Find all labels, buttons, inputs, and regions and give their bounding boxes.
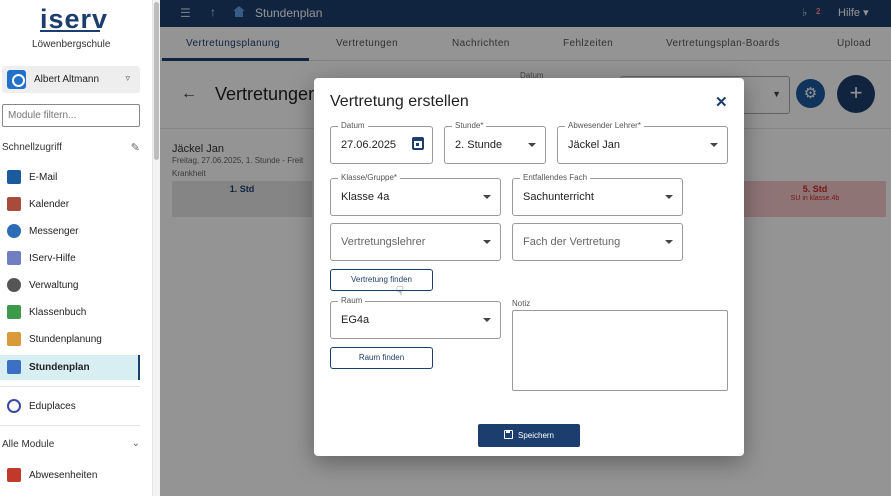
dropdown-caret-icon (665, 195, 673, 199)
lesson-select[interactable]: Stunde* 2. Stunde (444, 121, 546, 164)
sidebar-item-label: E-Mail (29, 172, 58, 183)
all-modules-label[interactable]: Alle Module (2, 439, 54, 450)
cancelled-subject-select[interactable]: Entfallendes Fach Sachunterricht (512, 173, 683, 216)
calendar-icon[interactable] (412, 137, 424, 150)
user-menu[interactable]: Albert Altmann ▿ (2, 66, 140, 93)
absent-teacher-value: Jäckel Jan (568, 139, 620, 151)
scrollbar-thumb[interactable] (154, 2, 159, 160)
planning-icon (7, 332, 21, 346)
chevron-down-icon: ▿ (125, 73, 130, 83)
school-name: Löwenbergschule (32, 39, 111, 50)
divider (0, 425, 140, 426)
sidebar: iserv Löwenbergschule Albert Altmann ▿ S… (0, 0, 152, 496)
class-select[interactable]: Klasse/Gruppe* Klasse 4a (330, 173, 501, 216)
close-icon[interactable]: ✕ (715, 93, 728, 111)
substitute-teacher-select[interactable]: Vertretungslehrer (330, 223, 501, 261)
sidebar-item-label: Abwesenheiten (29, 470, 98, 481)
substitute-subject-placeholder: Fach der Vertretung (523, 236, 621, 248)
sidebar-item-abwesenheiten[interactable]: Abwesenheiten (0, 463, 140, 488)
lesson-label: Stunde* (452, 121, 487, 130)
substitute-subject-select[interactable]: Fach der Vertretung (512, 223, 683, 261)
sidebar-item-eduplaces[interactable]: Eduplaces (0, 394, 140, 419)
book-icon (7, 305, 21, 319)
sidebar-item-stundenplan[interactable]: Stundenplan (0, 355, 140, 380)
dropdown-caret-icon (483, 240, 491, 244)
absent-teacher-select[interactable]: Abwesender Lehrer* Jäckel Jan (557, 121, 728, 164)
chat-icon (7, 224, 21, 238)
room-select[interactable]: Raum EG4a (330, 296, 501, 339)
class-value: Klasse 4a (341, 191, 390, 203)
calendar-icon (7, 197, 21, 211)
module-filter-field[interactable] (2, 104, 140, 127)
absence-icon (7, 468, 21, 482)
absent-teacher-label: Abwesender Lehrer* (565, 121, 644, 130)
quick-access-label: Schnellzugriff (2, 142, 62, 153)
class-label: Klasse/Gruppe* (338, 173, 401, 182)
sidebar-item-kalender[interactable]: Kalender (0, 192, 140, 217)
eduplaces-icon (7, 399, 21, 413)
create-substitution-dialog: Vertretung erstellen ✕ Datum 27.06.2025 … (314, 78, 744, 456)
dialog-title: Vertretung erstellen (330, 93, 469, 110)
gear-icon (7, 278, 21, 292)
save-button[interactable]: Speichern (478, 424, 580, 447)
dropdown-caret-icon (710, 143, 718, 147)
sidebar-item-label: Eduplaces (29, 401, 76, 412)
sidebar-item-messenger[interactable]: Messenger (0, 219, 140, 244)
substitute-teacher-placeholder: Vertretungslehrer (341, 236, 426, 248)
lesson-value: 2. Stunde (455, 139, 503, 151)
mail-icon (7, 170, 21, 184)
room-value: EG4a (341, 314, 370, 326)
chevron-down-icon[interactable]: ⌄ (132, 438, 140, 449)
sidebar-item-label: Kalender (29, 199, 70, 210)
sidebar-item-iserv-hilfe[interactable]: IServ-Hilfe (0, 246, 140, 271)
note-textarea[interactable] (512, 310, 728, 391)
dropdown-caret-icon (528, 143, 536, 147)
date-label: Datum (338, 121, 368, 130)
timetable-icon (7, 360, 21, 374)
module-filter-input[interactable] (3, 105, 139, 126)
edit-icon[interactable]: ✎ (131, 141, 140, 154)
sidebar-scrollbar[interactable] (152, 0, 160, 496)
divider (0, 386, 140, 387)
sidebar-item-label: Messenger (29, 226, 79, 237)
save-label: Speichern (517, 431, 555, 440)
find-substitute-button[interactable]: Vertretung finden (330, 269, 433, 291)
find-room-button[interactable]: Raum finden (330, 347, 433, 369)
date-value: 27.06.2025 (341, 139, 397, 151)
cancelled-subject-value: Sachunterricht (523, 191, 594, 203)
date-field[interactable]: Datum 27.06.2025 (330, 121, 433, 164)
mouse-cursor-icon: ☟ (396, 284, 404, 298)
help-icon (7, 251, 21, 265)
sidebar-item-label: Verwaltung (29, 280, 79, 291)
dropdown-caret-icon (483, 195, 491, 199)
dropdown-caret-icon (665, 240, 673, 244)
sidebar-item-klassenbuch[interactable]: Klassenbuch (0, 300, 140, 325)
dropdown-caret-icon (483, 318, 491, 322)
sidebar-item-label: Stundenplanung (29, 334, 102, 345)
room-label: Raum (338, 296, 366, 305)
user-name: Albert Altmann (34, 74, 100, 85)
save-disk-icon (503, 430, 513, 439)
sidebar-item-stundenplanung[interactable]: Stundenplanung (0, 327, 140, 352)
sidebar-item-label: Stundenplan (29, 362, 90, 373)
sidebar-item-verwaltung[interactable]: Verwaltung (0, 273, 140, 298)
sidebar-item-email[interactable]: E-Mail (0, 165, 140, 190)
note-label: Notiz (512, 299, 531, 308)
sidebar-item-label: Klassenbuch (29, 307, 87, 318)
sidebar-item-label: IServ-Hilfe (29, 253, 76, 264)
user-avatar-icon (7, 70, 26, 89)
logo-underline (40, 30, 100, 32)
cancelled-subject-label: Entfallendes Fach (520, 173, 591, 182)
